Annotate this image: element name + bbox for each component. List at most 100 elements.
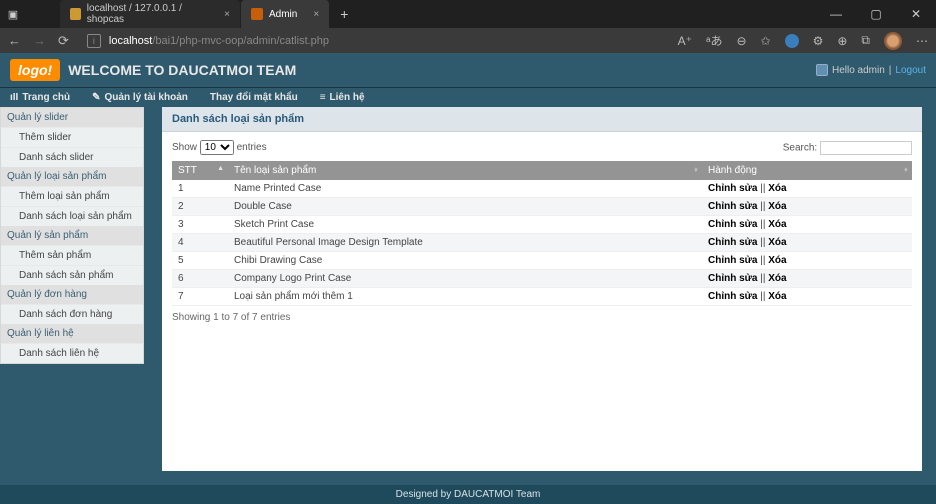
sep: || <box>757 273 768 284</box>
edit-link[interactable]: Chỉnh sửa <box>708 273 757 284</box>
table-row: 5Chibi Drawing CaseChỉnh sửa || Xóa <box>172 252 912 270</box>
browser-tab-1[interactable]: Admin × <box>241 0 329 28</box>
cell-name: Chibi Drawing Case <box>228 252 702 270</box>
translate-icon[interactable]: ᵃあ <box>706 32 722 49</box>
footer-text: Designed by DAUCATMOI Team <box>0 485 936 504</box>
url-host: localhost <box>109 35 152 47</box>
sep: || <box>757 291 768 302</box>
forward-button[interactable]: → <box>33 33 46 48</box>
sidebar-item-1-0[interactable]: Thêm loại sản phẩm <box>1 186 143 206</box>
table-row: 6Company Logo Print CaseChỉnh sửa || Xóa <box>172 270 912 288</box>
col-action[interactable]: Hành động <box>702 161 912 180</box>
downloads-icon[interactable]: ⧉ <box>861 33 870 48</box>
sidebar-head-1: Quản lý loại sản phẩm <box>1 167 143 186</box>
maximize-button[interactable]: ▢ <box>856 0 896 28</box>
delete-link[interactable]: Xóa <box>768 255 786 266</box>
table-row: 4Beautiful Personal Image Design Templat… <box>172 234 912 252</box>
more-icon[interactable]: ⋯ <box>916 34 928 48</box>
cell-stt: 6 <box>172 270 228 288</box>
sep: || <box>757 183 768 194</box>
delete-link[interactable]: Xóa <box>768 183 786 194</box>
cell-action: Chỉnh sửa || Xóa <box>702 252 912 270</box>
collections-icon[interactable]: ⊕ <box>837 34 847 48</box>
entries-label: entries <box>237 142 267 153</box>
sidebar-item-2-1[interactable]: Danh sách sản phẩm <box>1 265 143 285</box>
search-label: Search: <box>783 142 817 153</box>
sep: || <box>757 219 768 230</box>
nav-label: Liên hệ <box>330 92 365 103</box>
cell-action: Chỉnh sửa || Xóa <box>702 288 912 306</box>
nav-label: Quản lý tài khoản <box>105 92 188 103</box>
nav-icon: ıII <box>10 92 18 103</box>
extension-icon[interactable] <box>785 34 799 48</box>
panel-title: Danh sách loại sản phẩm <box>162 107 922 132</box>
main-panel: Danh sách loại sản phẩm Show 10 entries … <box>162 107 922 471</box>
read-aloud-icon[interactable]: A⁺ <box>678 34 692 48</box>
close-icon[interactable]: × <box>313 9 319 20</box>
cell-stt: 1 <box>172 180 228 198</box>
delete-link[interactable]: Xóa <box>768 291 786 302</box>
sidebar-item-1-1[interactable]: Danh sách loại sản phẩm <box>1 206 143 226</box>
zoom-icon[interactable]: ⊖ <box>736 34 746 48</box>
new-tab-button[interactable]: + <box>330 0 358 28</box>
topnav-item-0[interactable]: ıIITrang chủ <box>10 92 70 103</box>
delete-link[interactable]: Xóa <box>768 273 786 284</box>
minimize-button[interactable]: — <box>816 0 856 28</box>
table-row: 3Sketch Print CaseChỉnh sửa || Xóa <box>172 216 912 234</box>
delete-link[interactable]: Xóa <box>768 219 786 230</box>
profile-avatar-icon[interactable] <box>884 32 902 50</box>
table-row: 7Loại sản phẩm mới thêm 1Chỉnh sửa || Xó… <box>172 288 912 306</box>
edit-link[interactable]: Chỉnh sửa <box>708 291 757 302</box>
settings-icon[interactable]: ⚙ <box>813 34 824 48</box>
sep: || <box>757 237 768 248</box>
user-icon <box>816 64 828 76</box>
sidebar: Quản lý sliderThêm sliderDanh sách slide… <box>0 107 144 364</box>
col-name[interactable]: Tên loại sản phẩm <box>228 161 702 180</box>
delete-link[interactable]: Xóa <box>768 201 786 212</box>
browser-tab-0[interactable]: localhost / 127.0.0.1 / shopcas × <box>60 0 240 28</box>
cell-name: Beautiful Personal Image Design Template <box>228 234 702 252</box>
search-input[interactable] <box>820 141 912 155</box>
topnav-item-2[interactable]: Thay đổi mật khẩu <box>210 92 298 103</box>
table-row: 1Name Printed Case Chỉnh sửa || Xóa <box>172 180 912 198</box>
logout-link[interactable]: Logout <box>895 65 926 76</box>
refresh-button[interactable]: ⟳ <box>58 33 69 49</box>
topnav-item-1[interactable]: ✎ Quản lý tài khoản <box>92 92 188 103</box>
sidebar-item-2-0[interactable]: Thêm sản phẩm <box>1 245 143 265</box>
browser-tabs: localhost / 127.0.0.1 / shopcas × Admin … <box>60 0 358 28</box>
show-label: Show <box>172 142 197 153</box>
cell-stt: 7 <box>172 288 228 306</box>
site-info-icon[interactable]: i <box>87 34 101 48</box>
cell-action: Chỉnh sửa || Xóa <box>702 198 912 216</box>
cell-name: Name Printed Case <box>228 180 702 198</box>
sep: || <box>757 201 768 212</box>
cell-stt: 3 <box>172 216 228 234</box>
cell-stt: 2 <box>172 198 228 216</box>
edit-link[interactable]: Chỉnh sửa <box>708 219 757 230</box>
tabs-overview-icon[interactable]: ▣ <box>8 9 18 19</box>
cell-name: Double Case <box>228 198 702 216</box>
edit-link[interactable]: Chỉnh sửa <box>708 183 757 194</box>
close-icon[interactable]: × <box>224 9 230 20</box>
sidebar-item-4-0[interactable]: Danh sách liên hệ <box>1 343 143 363</box>
back-button[interactable]: ← <box>8 33 21 48</box>
tab-label: Admin <box>269 9 297 20</box>
logo: logo! <box>10 59 60 81</box>
sidebar-item-3-0[interactable]: Danh sách đơn hàng <box>1 304 143 324</box>
close-button[interactable]: ✕ <box>896 0 936 28</box>
cell-stt: 4 <box>172 234 228 252</box>
sidebar-item-0-0[interactable]: Thêm slider <box>1 127 143 147</box>
col-stt[interactable]: STT <box>172 161 228 180</box>
sidebar-item-0-1[interactable]: Danh sách slider <box>1 147 143 167</box>
favorites-icon[interactable]: ✩ <box>761 34 771 48</box>
edit-link[interactable]: Chỉnh sửa <box>708 237 757 248</box>
edit-link[interactable]: Chỉnh sửa <box>708 201 757 212</box>
delete-link[interactable]: Xóa <box>768 237 786 248</box>
page-size-select[interactable]: 10 <box>200 140 234 155</box>
sidebar-head-3: Quản lý đơn hàng <box>1 285 143 304</box>
edit-link[interactable]: Chỉnh sửa <box>708 255 757 266</box>
sep: || <box>757 255 768 266</box>
topnav-item-3[interactable]: ≡Liên hệ <box>320 92 365 103</box>
nav-icon: ✎ <box>92 92 100 103</box>
address-bar[interactable]: i localhost/bai1/php-mvc-oop/admin/catli… <box>81 32 666 50</box>
